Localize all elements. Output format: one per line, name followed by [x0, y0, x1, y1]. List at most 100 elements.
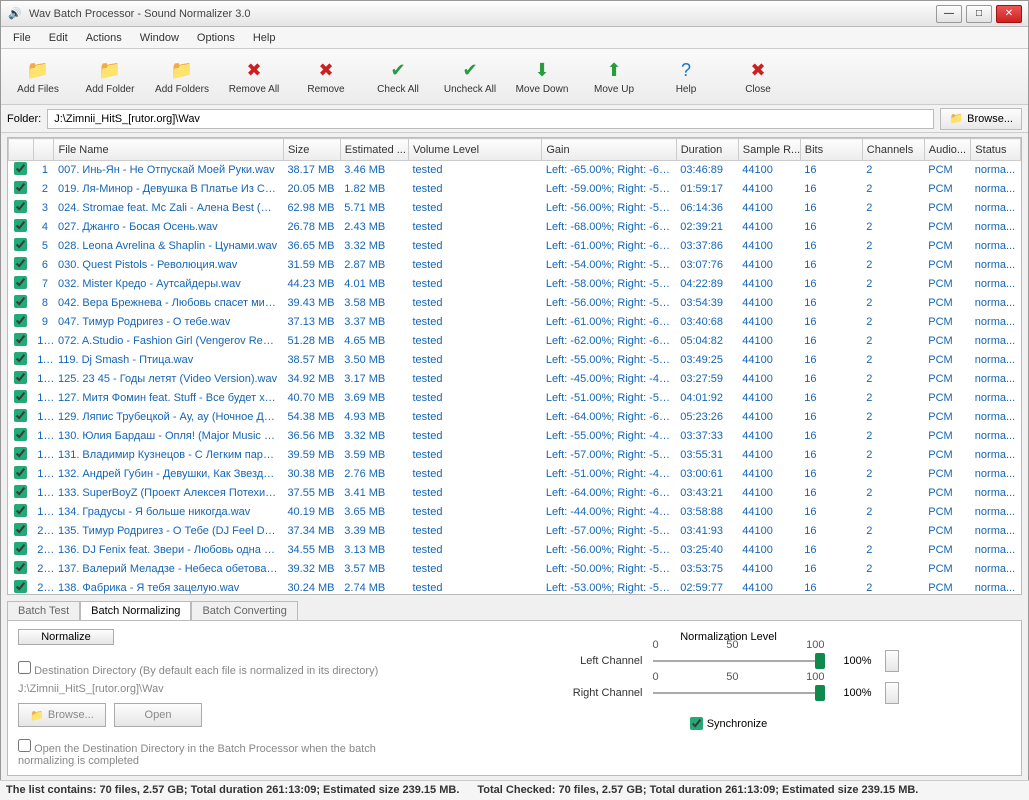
folder-path[interactable]: J:\Zimnii_HitS_[rutor.org]\Wav	[47, 109, 934, 129]
col-5[interactable]: Volume Level	[409, 139, 542, 161]
menu-edit[interactable]: Edit	[41, 29, 76, 47]
table-row[interactable]: 4027. Джанго - Босая Осень.wav26.78 MB2.…	[9, 218, 1021, 237]
left-spinner[interactable]	[885, 650, 899, 672]
tab-batch-normalizing[interactable]: Batch Normalizing	[80, 601, 191, 620]
table-row[interactable]: 11119. Dj Smash - Птица.wav38.57 MB3.50 …	[9, 351, 1021, 370]
row-checkbox[interactable]	[14, 561, 27, 574]
row-checkbox[interactable]	[14, 504, 27, 517]
table-row[interactable]: 23138. Фабрика - Я тебя зацелую.wav30.24…	[9, 579, 1021, 596]
toolbar-add-folders[interactable]: 📁Add Folders	[153, 52, 211, 102]
table-row[interactable]: 20135. Тимур Родригез - О Тебе (DJ Feel …	[9, 522, 1021, 541]
toolbar-add-files[interactable]: 📁Add Files	[9, 52, 67, 102]
synchronize-checkbox[interactable]	[690, 717, 703, 730]
right-channel-slider[interactable]: 050100	[653, 683, 825, 703]
table-row[interactable]: 3024. Stromae feat. Mc Zali - Алена Best…	[9, 199, 1021, 218]
table-row[interactable]: 16131. Владимир Кузнецов - С Легким паро…	[9, 446, 1021, 465]
tab-batch-converting[interactable]: Batch Converting	[191, 601, 297, 620]
col-2[interactable]: File Name	[54, 139, 283, 161]
tab-batch-test[interactable]: Batch Test	[7, 601, 80, 620]
table-row[interactable]: 19134. Градусы - Я больше никогда.wav40.…	[9, 503, 1021, 522]
maximize-button[interactable]: □	[966, 5, 992, 23]
file-grid[interactable]: File NameSizeEstimated ...Volume LevelGa…	[7, 137, 1022, 595]
row-checkbox[interactable]	[14, 580, 27, 593]
table-row[interactable]: 2019. Ля-Минор - Девушка В Платье Из Сит…	[9, 180, 1021, 199]
toolbar-move-up[interactable]: ⬆Move Up	[585, 52, 643, 102]
add-folders-icon: 📁	[170, 58, 194, 82]
col-3[interactable]: Size	[283, 139, 340, 161]
open-after-checkbox[interactable]	[18, 739, 31, 752]
col-4[interactable]: Estimated ...	[340, 139, 408, 161]
row-checkbox[interactable]	[14, 219, 27, 232]
col-10[interactable]: Channels	[862, 139, 924, 161]
row-checkbox[interactable]	[14, 314, 27, 327]
table-row[interactable]: 13127. Митя Фомин feat. Stuff - Все буде…	[9, 389, 1021, 408]
col-1[interactable]	[33, 139, 54, 161]
close-button[interactable]: ✕	[996, 5, 1022, 23]
table-row[interactable]: 15130. Юлия Бардаш - Опля! (Major Music …	[9, 427, 1021, 446]
toolbar-add-folder[interactable]: 📁Add Folder	[81, 52, 139, 102]
col-6[interactable]: Gain	[542, 139, 676, 161]
menu-window[interactable]: Window	[132, 29, 187, 47]
menu-help[interactable]: Help	[245, 29, 284, 47]
menu-file[interactable]: File	[5, 29, 39, 47]
table-row[interactable]: 17132. Андрей Губин - Девушки, Как Звезд…	[9, 465, 1021, 484]
table-row[interactable]: 21136. DJ Fenix feat. Звери - Любовь одн…	[9, 541, 1021, 560]
table-row[interactable]: 5028. Leona Avrelina & Shaplin - Цунами.…	[9, 237, 1021, 256]
right-spinner[interactable]	[885, 682, 899, 704]
row-checkbox[interactable]	[14, 333, 27, 346]
row-checkbox[interactable]	[14, 409, 27, 422]
menu-actions[interactable]: Actions	[78, 29, 130, 47]
left-channel-slider[interactable]: 050100	[653, 651, 825, 671]
menu-options[interactable]: Options	[189, 29, 243, 47]
col-0[interactable]	[9, 139, 34, 161]
toolbar-uncheck-all[interactable]: ✔Uncheck All	[441, 52, 499, 102]
table-row[interactable]: 9047. Тимур Родригез - О тебе.wav37.13 M…	[9, 313, 1021, 332]
col-11[interactable]: Audio...	[924, 139, 971, 161]
row-checkbox[interactable]	[14, 390, 27, 403]
row-checkbox[interactable]	[14, 238, 27, 251]
row-checkbox[interactable]	[14, 542, 27, 555]
toolbar-move-down[interactable]: ⬇Move Down	[513, 52, 571, 102]
table-row[interactable]: 6030. Quest Pistols - Революция.wav31.59…	[9, 256, 1021, 275]
browse-button[interactable]: 📁 Browse...	[940, 108, 1022, 130]
toolbar-remove-all[interactable]: ✖Remove All	[225, 52, 283, 102]
row-checkbox[interactable]	[14, 181, 27, 194]
dest-dir-checkbox[interactable]	[18, 661, 31, 674]
table-row[interactable]: 1007. Инь-Ян - Не Отпускай Моей Руки.wav…	[9, 161, 1021, 180]
row-checkbox[interactable]	[14, 447, 27, 460]
table-row[interactable]: 18133. SuperBoyZ (Проект Алексея Потехин…	[9, 484, 1021, 503]
status-left: The list contains: 70 files, 2.57 GB; To…	[6, 784, 459, 796]
row-checkbox[interactable]	[14, 295, 27, 308]
folder-bar: Folder: J:\Zimnii_HitS_[rutor.org]\Wav 📁…	[1, 105, 1028, 133]
table-row[interactable]: 10072. A.Studio - Fashion Girl (Vengerov…	[9, 332, 1021, 351]
panel-open-button[interactable]: Open	[114, 703, 202, 727]
panel-browse-button[interactable]: 📁 Browse...	[18, 703, 106, 727]
table-row[interactable]: 22137. Валерий Меладзе - Небеса обетован…	[9, 560, 1021, 579]
row-checkbox[interactable]	[14, 162, 27, 175]
remove-icon: ✖	[314, 58, 338, 82]
row-checkbox[interactable]	[14, 371, 27, 384]
row-checkbox[interactable]	[14, 466, 27, 479]
normalize-button[interactable]: Normalize	[18, 629, 114, 645]
toolbar-check-all[interactable]: ✔Check All	[369, 52, 427, 102]
table-row[interactable]: 12125. 23 45 - Годы летят (Video Version…	[9, 370, 1021, 389]
toolbar-remove[interactable]: ✖Remove	[297, 52, 355, 102]
toolbar-help[interactable]: ?Help	[657, 52, 715, 102]
col-7[interactable]: Duration	[676, 139, 738, 161]
col-9[interactable]: Bits	[800, 139, 862, 161]
toolbar-close[interactable]: ✖Close	[729, 52, 787, 102]
row-checkbox[interactable]	[14, 352, 27, 365]
col-12[interactable]: Status	[971, 139, 1021, 161]
row-checkbox[interactable]	[14, 428, 27, 441]
row-checkbox[interactable]	[14, 257, 27, 270]
move-down-icon: ⬇	[530, 58, 554, 82]
table-row[interactable]: 14129. Ляпис Трубецкой - Ау, ау (Ночное …	[9, 408, 1021, 427]
minimize-button[interactable]: —	[936, 5, 962, 23]
table-row[interactable]: 8042. Вера Брежнева - Любовь спасет мир …	[9, 294, 1021, 313]
table-row[interactable]: 7032. Mister Кредо - Аутсайдеры.wav44.23…	[9, 275, 1021, 294]
col-8[interactable]: Sample R...	[738, 139, 800, 161]
row-checkbox[interactable]	[14, 200, 27, 213]
row-checkbox[interactable]	[14, 276, 27, 289]
row-checkbox[interactable]	[14, 485, 27, 498]
row-checkbox[interactable]	[14, 523, 27, 536]
